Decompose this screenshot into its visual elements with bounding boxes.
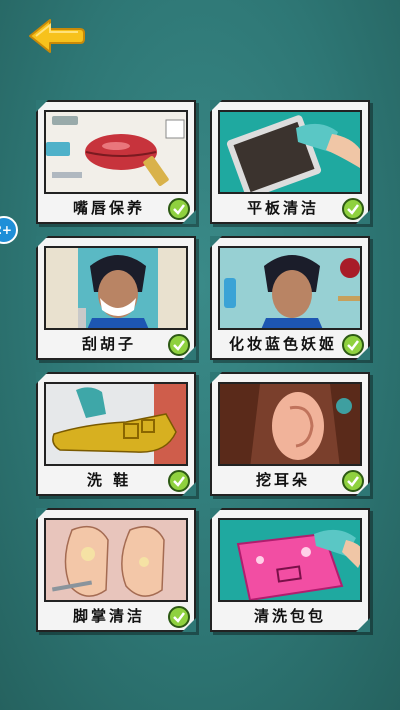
level-card-ear-cleaning[interactable]: 挖耳朵 (210, 372, 370, 496)
bag-cleaning-illustration (218, 518, 362, 602)
level-grid: 嘴唇保养 平板清洁 刮胡子 化妆蓝色妖姬 洗 鞋 挖耳朵 脚掌清洁 清洗包包 (0, 0, 400, 710)
completed-check-icon (342, 470, 364, 492)
ear-cleaning-illustration (218, 382, 362, 466)
level-card-makeup[interactable]: 化妆蓝色妖姬 (210, 236, 370, 360)
lip-care-illustration (44, 110, 188, 194)
foot-cleaning-illustration (44, 518, 188, 602)
shoe-washing-illustration (44, 382, 188, 466)
level-card-tablet-cleaning[interactable]: 平板清洁 (210, 100, 370, 224)
makeup-illustration (218, 246, 362, 330)
completed-check-icon (342, 334, 364, 356)
completed-check-icon (168, 198, 190, 220)
level-card-foot-cleaning[interactable]: 脚掌清洁 (36, 508, 196, 632)
card-label: 清洗包包 (253, 607, 326, 625)
shaving-illustration (44, 246, 188, 330)
level-card-shoe-washing[interactable]: 洗 鞋 (36, 372, 196, 496)
tablet-cleaning-illustration (218, 110, 362, 194)
level-card-bag-cleaning[interactable]: 清洗包包 (210, 508, 370, 632)
level-card-shaving[interactable]: 刮胡子 (36, 236, 196, 360)
completed-check-icon (168, 470, 190, 492)
completed-check-icon (168, 334, 190, 356)
completed-check-icon (342, 198, 364, 220)
completed-check-icon (168, 606, 190, 628)
level-card-lip-care[interactable]: 嘴唇保养 (36, 100, 196, 224)
